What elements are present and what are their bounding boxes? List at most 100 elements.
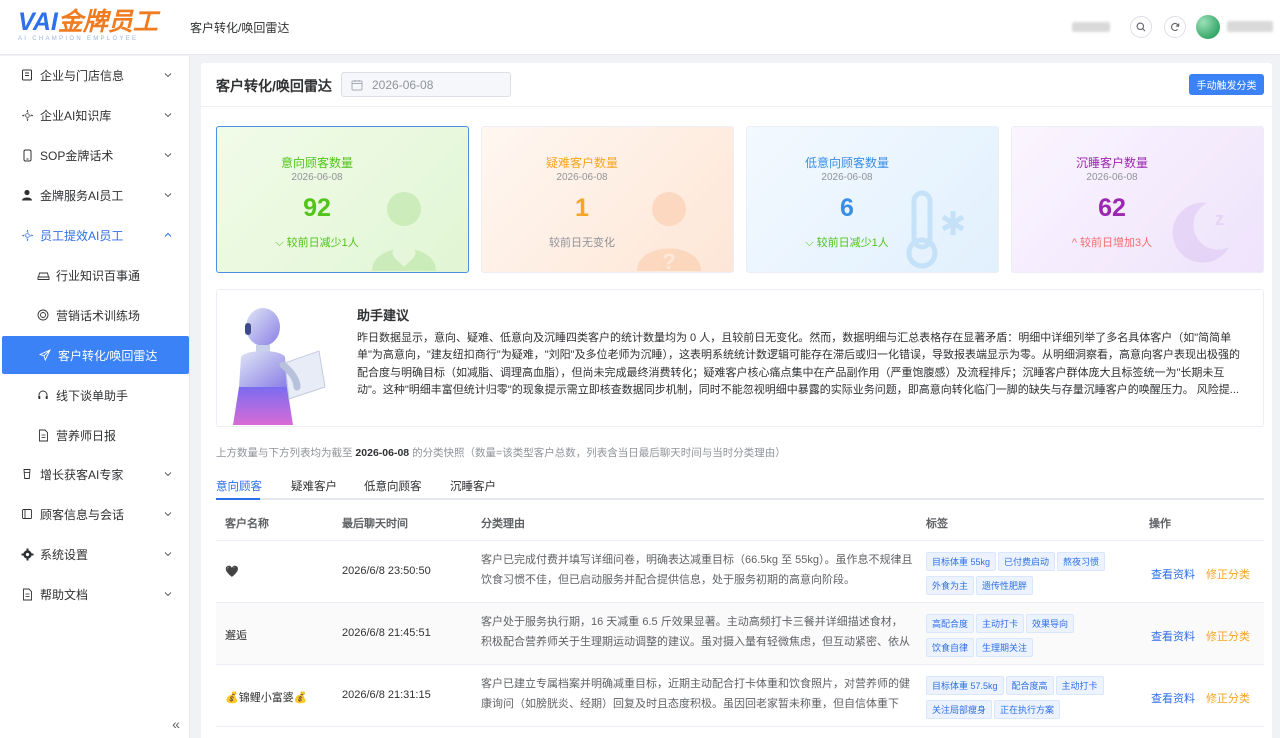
app-root: VAI金牌员工 AI CHAMPION EMPLOYEE 客户转化/唤回雷达 企… (0, 0, 1280, 738)
customer-name: 💰锦鲤小富婆💰 (225, 692, 308, 704)
tab-dormant[interactable]: 沉睡客户 (450, 478, 496, 494)
refresh-icon (1171, 22, 1180, 32)
sidebar-item-label: 企业与门店信息 (40, 68, 125, 83)
row-actions: 查看资料 修正分类 (1151, 628, 1250, 644)
tab-low-intent[interactable]: 低意向顾客 (364, 478, 422, 494)
card-date: 2026-06-08 (1086, 172, 1138, 183)
card-title: 沉睡客户数量 (1075, 156, 1148, 170)
manual-classify-button[interactable]: 手动触发分类 (1189, 74, 1264, 95)
search-icon (1136, 22, 1146, 32)
tag-list: 高配合度 主动打卡 效果导向饮食自律 生理期关注 (926, 614, 1126, 662)
sidebar-item-label: 金牌服务AI员工 (40, 188, 124, 203)
sidebar-item-knowledge[interactable]: 企业AI知识库 (0, 96, 190, 134)
chevron-down-icon (164, 153, 172, 158)
sidebar-item-label: 顾客信息与会话 (40, 507, 125, 522)
customer-name: 🖤 (225, 566, 239, 578)
sidebar-item-settings[interactable]: 系统设置 (0, 535, 190, 573)
tag: 目标体重 57.5kg (926, 676, 1004, 695)
document-icon (20, 587, 34, 601)
send-icon (38, 348, 52, 362)
person-icon (20, 188, 34, 202)
sidebar-item-label: 增长获客AI专家 (40, 467, 124, 482)
avatar[interactable] (1196, 15, 1220, 39)
stat-card-difficult[interactable]: 疑难客户数量 2026-06-08 1 较前日无变化 ? (481, 126, 734, 273)
tab-intent[interactable]: 意向顾客 (216, 478, 262, 494)
sidebar-item-conversion-radar[interactable]: 客户转化/唤回雷达 (2, 336, 189, 374)
headset-icon (36, 388, 50, 402)
tag: 关注局部瘦身 (926, 700, 993, 719)
table-row: 🖤 2026/6/8 23:50:50 客户已完成付费并填写详细问卷，明确表达减… (216, 541, 1264, 603)
brand-logo[interactable]: VAI金牌员工 AI CHAMPION EMPLOYEE (18, 9, 180, 43)
sidebar-item-growth-ai[interactable]: 增长获客AI专家 (0, 455, 190, 493)
sidebar-item-efficiency-ai[interactable]: 员工提效AI员工 (0, 216, 190, 254)
fix-classify-link[interactable]: 修正分类 (1206, 569, 1250, 581)
sidebar-item-sop[interactable]: SOP金牌话术 (0, 136, 190, 174)
card-title: 低意向顾客数量 (804, 156, 889, 170)
breadcrumb: 客户转化/唤回雷达 (190, 21, 290, 35)
view-profile-link[interactable]: 查看资料 (1151, 631, 1195, 643)
sidebar-item-store-info[interactable]: 企业与门店信息 (0, 56, 190, 94)
tag: 效果导向 (1026, 614, 1075, 633)
view-profile-link[interactable]: 查看资料 (1151, 693, 1195, 705)
card-date: 2026-06-08 (556, 172, 608, 183)
sidebar-item-customer-info[interactable]: 顾客信息与会话 (0, 495, 190, 533)
sparkle-icon (20, 228, 34, 242)
fix-classify-link[interactable]: 修正分类 (1206, 631, 1250, 643)
header-divider (201, 106, 1272, 107)
assistant-advice-panel: 助手建议 昨日数据显示，意向、疑难、低意向及沉睡四类客户的统计数量均为 0 人，… (216, 289, 1264, 427)
classify-reason: 客户处于服务执行期，16 天减重 6.5 斤效果显著。主动高频打卡三餐并详细描述… (481, 616, 910, 648)
stat-card-intent[interactable]: 意向顾客数量 2026-06-08 92 ⌵ 较前日减少1人 (216, 126, 469, 273)
col-tags: 标签 (926, 518, 948, 530)
refresh-button[interactable] (1164, 16, 1186, 38)
calendar-icon (351, 79, 363, 90)
search-button[interactable] (1130, 16, 1152, 38)
category-tabs: 意向顾客 疑难客户 低意向顾客 沉睡客户 (216, 470, 1264, 500)
sidebar-item-nutritionist-daily[interactable]: 营养师日报 (0, 416, 190, 454)
sidebar-item-label: 营销话术训练场 (56, 308, 141, 323)
sidebar-item-script-training[interactable]: 营销话术训练场 (0, 296, 190, 334)
trend-up-icon: ^ (1071, 237, 1081, 249)
col-actions: 操作 (1149, 518, 1171, 530)
row-actions: 查看资料 修正分类 (1151, 566, 1250, 582)
logo-text: VAI金牌员工 (18, 8, 158, 36)
last-chat-time: 2026/6/8 21:45:51 (342, 627, 431, 639)
table-header: 客户名称 最后聊天时间 分类理由 标签 操作 (216, 502, 1264, 541)
view-profile-link[interactable]: 查看资料 (1151, 569, 1195, 581)
tag: 主动打卡 (1055, 676, 1104, 695)
tag: 正在执行方案 (994, 700, 1061, 719)
table-row: 邂逅 2026/6/8 21:45:51 客户处于服务执行期，16 天减重 6.… (216, 603, 1264, 665)
tag: 已付费启动 (998, 552, 1056, 571)
col-customer-name: 客户名称 (225, 518, 269, 530)
sidebar-item-offline-deal[interactable]: 线下谈单助手 (0, 376, 190, 414)
date-picker[interactable]: 2026-06-08 (341, 72, 511, 97)
collapse-sidebar-button[interactable]: « (166, 715, 186, 735)
tag: 生理期关注 (976, 638, 1034, 657)
trend-down-icon: ⌵ (805, 237, 817, 249)
svg-text:?: ? (662, 249, 675, 271)
sidebar-item-service-ai[interactable]: 金牌服务AI员工 (0, 176, 190, 214)
table-row: 💰锦鲤小富婆💰 2026/6/8 21:31:15 客户已建立专属档案并明确减重… (216, 665, 1264, 727)
last-chat-time: 2026/6/8 23:50:50 (342, 565, 431, 577)
sidebar-item-help[interactable]: 帮助文档 (0, 575, 190, 613)
target-icon (36, 308, 50, 322)
sidebar-item-label: 营养师日报 (56, 428, 117, 443)
sidebar-item-label: 行业知识百事通 (56, 268, 141, 283)
stat-card-dormant[interactable]: 沉睡客户数量 2026-06-08 62 ^ 较前日增加3人 z (1011, 126, 1264, 273)
tab-difficult[interactable]: 疑难客户 (291, 478, 337, 494)
building-icon (20, 68, 34, 82)
sidebar: 企业与门店信息 企业AI知识库 SOP金牌话术 金牌服务AI员工 员工提效AI员… (0, 56, 190, 738)
stat-card-low-intent[interactable]: 低意向顾客数量 2026-06-08 6 ⌵ 较前日减少1人 (746, 126, 999, 273)
user-name-redacted[interactable] (1227, 21, 1273, 32)
car-icon (36, 268, 50, 282)
chevron-down-icon (164, 193, 172, 198)
chevron-down-icon (164, 592, 172, 597)
card-date: 2026-06-08 (821, 172, 873, 183)
tag: 熬夜习惯 (1057, 552, 1106, 571)
sidebar-item-industry-knowledge[interactable]: 行业知识百事通 (0, 256, 190, 294)
date-value: 2026-06-08 (372, 77, 434, 92)
sidebar-item-label: 企业AI知识库 (40, 108, 112, 123)
fix-classify-link[interactable]: 修正分类 (1206, 693, 1250, 705)
sparkle-icon (20, 108, 34, 122)
snapshot-note: 上方数量与下方列表均为截至 2026-06-08 的分类快照（数量=该类型客户总… (216, 447, 786, 459)
logo-subtitle: AI CHAMPION EMPLOYEE (18, 36, 139, 42)
